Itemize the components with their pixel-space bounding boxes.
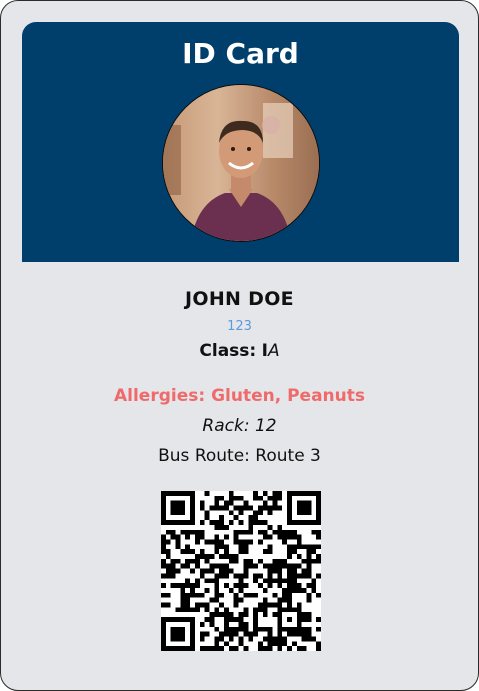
class-line: Class: IA bbox=[1, 341, 478, 361]
id-card: ID Card JOHN DOE 123 Class: IA Allergies… bbox=[0, 0, 479, 691]
class-label: Class: bbox=[199, 341, 257, 361]
card-header: ID Card bbox=[22, 22, 459, 262]
allergies-text: Allergies: Gluten, Peanuts bbox=[113, 386, 365, 406]
student-id-number: 123 bbox=[227, 319, 252, 334]
student-photo bbox=[162, 84, 320, 242]
qr-code bbox=[161, 491, 321, 651]
rack-text: Rack: 12 bbox=[202, 416, 277, 436]
class-section: A bbox=[267, 341, 280, 361]
card-title: ID Card bbox=[182, 37, 299, 70]
bus-route-text: Bus Route: Route 3 bbox=[158, 446, 321, 466]
student-name: JOHN DOE bbox=[185, 288, 294, 310]
